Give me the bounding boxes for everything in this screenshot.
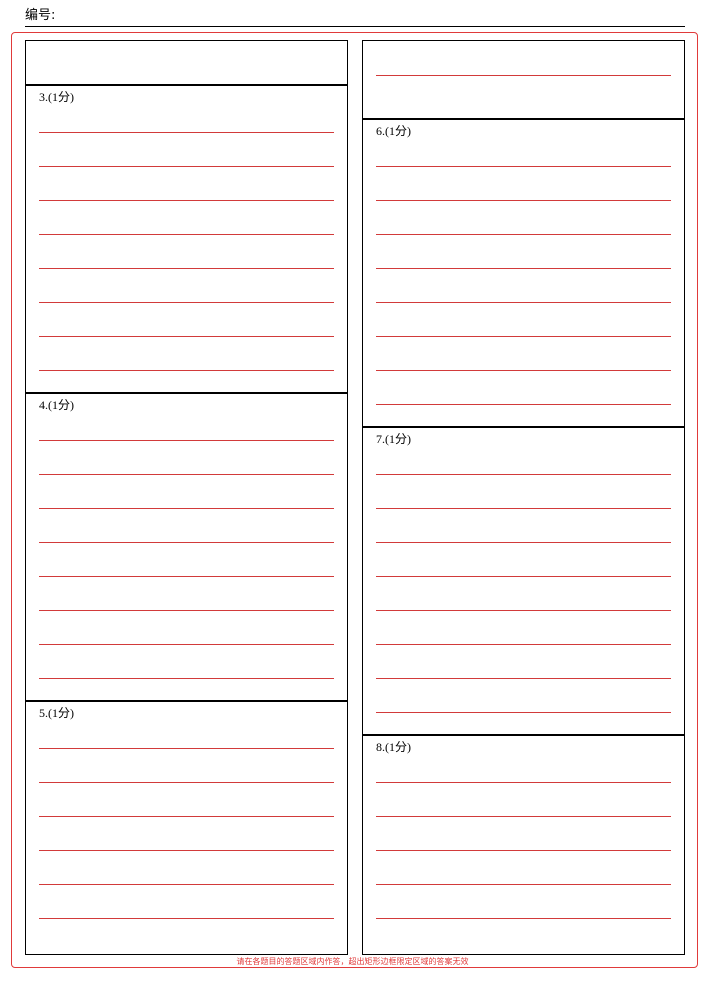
answer-line[interactable]: [376, 576, 671, 577]
answer-section-carryover-right: [363, 41, 684, 118]
answer-line[interactable]: [39, 234, 334, 235]
answer-line[interactable]: [376, 610, 671, 611]
answer-line[interactable]: [39, 850, 334, 851]
answer-line[interactable]: [376, 542, 671, 543]
answer-line[interactable]: [39, 644, 334, 645]
answer-section-carryover-left: [26, 41, 347, 84]
answer-line[interactable]: [376, 712, 671, 713]
answer-line[interactable]: [376, 678, 671, 679]
question-number-label: 5.(1分): [39, 706, 74, 720]
answer-line[interactable]: [39, 542, 334, 543]
answer-line[interactable]: [39, 508, 334, 509]
answer-area-warning: 请在各题目的答题区域内作答，超出矩形边框限定区域的答案无效: [236, 957, 469, 966]
answer-line[interactable]: [376, 508, 671, 509]
answer-section-q5: 5.(1分): [26, 700, 347, 954]
answer-line[interactable]: [39, 610, 334, 611]
right-column: 6.(1分) 7.(1分) 8.(1分): [362, 40, 685, 955]
answer-line[interactable]: [376, 336, 671, 337]
answer-line[interactable]: [39, 918, 334, 919]
answer-line[interactable]: [376, 234, 671, 235]
left-column: 3.(1分) 4.(1分) 5.(1分): [25, 40, 348, 955]
answer-section-q7: 7.(1分): [363, 426, 684, 734]
answer-line[interactable]: [376, 850, 671, 851]
serial-number-label: 编号:: [25, 8, 56, 23]
answer-line[interactable]: [376, 644, 671, 645]
answer-line[interactable]: [39, 440, 334, 441]
answer-line[interactable]: [376, 75, 671, 76]
answer-line[interactable]: [39, 132, 334, 133]
answer-line[interactable]: [376, 166, 671, 167]
question-number-label: 4.(1分): [39, 398, 74, 412]
answer-line[interactable]: [376, 268, 671, 269]
answer-line[interactable]: [39, 782, 334, 783]
answer-line[interactable]: [376, 302, 671, 303]
serial-number-rule: [25, 26, 685, 27]
answer-line[interactable]: [376, 782, 671, 783]
question-number-label: 8.(1分): [376, 740, 411, 754]
answer-line[interactable]: [39, 816, 334, 817]
answer-line[interactable]: [376, 370, 671, 371]
question-number-label: 7.(1分): [376, 432, 411, 446]
answer-line[interactable]: [39, 336, 334, 337]
answer-line[interactable]: [376, 474, 671, 475]
answer-line[interactable]: [39, 748, 334, 749]
question-number-label: 3.(1分): [39, 90, 74, 104]
answer-section-q8: 8.(1分): [363, 734, 684, 954]
question-number-label: 6.(1分): [376, 124, 411, 138]
answer-line[interactable]: [39, 370, 334, 371]
answer-line[interactable]: [39, 884, 334, 885]
answer-line[interactable]: [376, 918, 671, 919]
answer-line[interactable]: [39, 302, 334, 303]
answer-section-q3: 3.(1分): [26, 84, 347, 392]
answer-line[interactable]: [376, 200, 671, 201]
answer-line[interactable]: [39, 166, 334, 167]
answer-line[interactable]: [376, 884, 671, 885]
answer-line[interactable]: [39, 474, 334, 475]
answer-line[interactable]: [39, 268, 334, 269]
answer-line[interactable]: [376, 404, 671, 405]
answer-section-q6: 6.(1分): [363, 118, 684, 426]
answer-line[interactable]: [39, 678, 334, 679]
answer-line[interactable]: [376, 816, 671, 817]
answer-line[interactable]: [39, 576, 334, 577]
answer-section-q4: 4.(1分): [26, 392, 347, 700]
answer-line[interactable]: [39, 200, 334, 201]
